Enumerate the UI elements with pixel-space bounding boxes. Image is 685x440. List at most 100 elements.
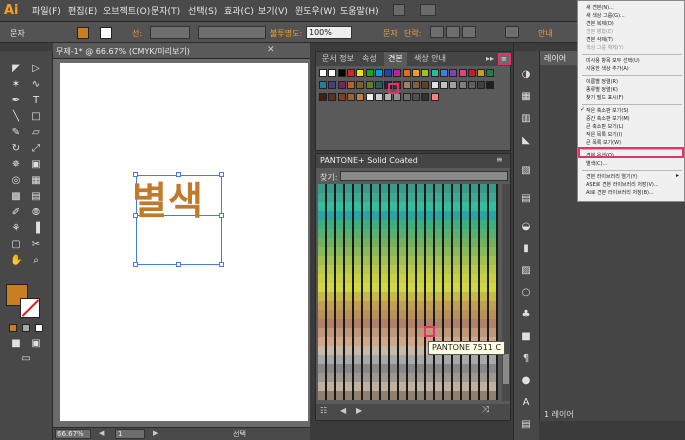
swatch[interactable]: [439, 69, 448, 77]
swatch[interactable]: [328, 69, 337, 77]
selected-swatch-highlight[interactable]: [388, 83, 399, 94]
opacity-field[interactable]: 100%: [306, 26, 352, 39]
swatch[interactable]: [421, 81, 430, 89]
menu-item[interactable]: 작은 축소판 보기(S): [586, 107, 628, 114]
pantone-swatch-row[interactable]: [318, 193, 498, 202]
menu-item[interactable]: 큰 목록 보기(W): [586, 139, 621, 146]
menu-file[interactable]: 파일(F): [32, 4, 61, 17]
pantone-swatch-row[interactable]: [318, 292, 498, 301]
menu-item[interactable]: 큰 축소판 보기(L): [586, 123, 623, 130]
swatch[interactable]: [486, 69, 495, 77]
swatch[interactable]: [356, 93, 365, 101]
stroke-icon[interactable]: ♣: [520, 309, 532, 321]
selection-handle[interactable]: [219, 213, 224, 218]
free-transform-tool-icon[interactable]: ▣: [30, 159, 42, 171]
transform-icon[interactable]: ▨: [520, 265, 532, 277]
pantone-swatch-row[interactable]: [318, 238, 498, 247]
tools-panel-header[interactable]: [0, 43, 53, 51]
symbols-icon[interactable]: ▧: [520, 165, 532, 177]
tab-color-guide[interactable]: 색상 안내: [410, 52, 450, 66]
direct-selection-tool-icon[interactable]: ▷: [30, 63, 42, 75]
swatch[interactable]: [337, 69, 346, 77]
swatch[interactable]: [346, 69, 355, 77]
swatch[interactable]: [467, 81, 476, 89]
swatch[interactable]: [365, 93, 374, 101]
panel-menu-button[interactable]: ≡: [498, 53, 511, 65]
menu-item[interactable]: 중간 축소판 보기(M): [586, 115, 630, 122]
type-tool-icon[interactable]: T: [30, 95, 42, 107]
swatch[interactable]: [356, 69, 365, 77]
pantone-swatch-row[interactable]: [318, 355, 498, 364]
swatch[interactable]: [393, 69, 402, 77]
align-center-icon[interactable]: [446, 26, 460, 38]
artwork-text[interactable]: 별색: [132, 170, 204, 225]
scrollbar-thumb[interactable]: [503, 354, 509, 384]
pantone-swatch-row[interactable]: [318, 220, 498, 229]
magic-wand-tool-icon[interactable]: ✶: [10, 79, 22, 91]
menu-item[interactable]: 견본 삭제(T): [586, 36, 613, 43]
pantone-swatch-row[interactable]: [318, 391, 498, 400]
gradient-mode-icon[interactable]: [22, 324, 30, 332]
tab-document-info[interactable]: 문서 정보: [318, 52, 358, 66]
selection-handle[interactable]: [133, 262, 138, 267]
menu-item[interactable]: 새 색상 그룹(G)...: [586, 12, 625, 19]
gradient-tool-icon[interactable]: ▤: [30, 191, 42, 203]
menu-item[interactable]: 견본 라이브러리 열기(Y): [586, 173, 638, 180]
width-tool-icon[interactable]: ✵: [10, 159, 22, 171]
perspective-grid-tool-icon[interactable]: ▦: [30, 175, 42, 187]
scrollbar-track[interactable]: [502, 184, 510, 401]
pantone-swatch-row[interactable]: [318, 373, 498, 382]
menu-item[interactable]: 견본 복제(D): [586, 20, 614, 27]
swatch[interactable]: [365, 81, 374, 89]
selection-handle[interactable]: [219, 172, 224, 177]
swatch[interactable]: [486, 81, 495, 89]
pantone-swatch-row[interactable]: [318, 229, 498, 238]
swatch[interactable]: [467, 69, 476, 77]
swatch[interactable]: [346, 93, 355, 101]
swatch[interactable]: [374, 81, 383, 89]
menu-item[interactable]: 미사용 항목 모두 선택(U): [586, 57, 640, 64]
collapse-panel-icon[interactable]: ▸▸: [486, 54, 494, 63]
menu-item[interactable]: 사용한 색상 추가(A): [586, 65, 629, 72]
align-right-icon[interactable]: [462, 26, 476, 38]
zoom-field[interactable]: 66.67%: [55, 429, 91, 439]
menu-item[interactable]: 색상 그룹 해제(Y): [586, 44, 624, 51]
paragraph-label[interactable]: 단락:: [404, 28, 421, 39]
transform-icon[interactable]: [505, 26, 519, 38]
pantone-swatch-grid[interactable]: [318, 184, 498, 401]
fill-swatch[interactable]: [77, 27, 89, 39]
pantone-swatch-row[interactable]: [318, 247, 498, 256]
color-mode-icon[interactable]: [9, 324, 17, 332]
selection-handle[interactable]: [176, 262, 181, 267]
none-mode-icon[interactable]: [35, 324, 43, 332]
layers-tab[interactable]: 레이어: [544, 53, 566, 64]
swatch[interactable]: [384, 69, 393, 77]
swatch[interactable]: [412, 93, 420, 101]
change-screen-mode-icon[interactable]: ▭: [20, 353, 32, 365]
swatch[interactable]: [430, 69, 439, 77]
rotate-tool-icon[interactable]: ↻: [10, 143, 22, 155]
menu-item[interactable]: 작은 목록 보기(I): [586, 131, 622, 138]
mesh-tool-icon[interactable]: ▩: [10, 191, 22, 203]
eraser-tool-icon[interactable]: ▱: [30, 127, 42, 139]
swatch[interactable]: [402, 81, 411, 89]
eyedropper-tool-icon[interactable]: ✐: [10, 207, 22, 219]
close-document-icon[interactable]: ✕: [267, 45, 275, 55]
prev-library-icon[interactable]: ◀: [340, 406, 346, 415]
pen-tool-icon[interactable]: ✒: [10, 95, 22, 107]
pantone-swatch-row[interactable]: [318, 202, 498, 211]
color-guide-icon[interactable]: ▦: [520, 91, 532, 103]
pantone-swatch-row[interactable]: [318, 184, 498, 193]
swatch[interactable]: [393, 93, 402, 101]
swatch[interactable]: [430, 93, 439, 101]
paragraph-icon[interactable]: ●: [520, 375, 532, 387]
menu-item[interactable]: ASE로 견본 라이브러리 저장(V)...: [586, 181, 659, 188]
stroke-weight-field[interactable]: [150, 26, 190, 39]
zoom-tool-icon[interactable]: ⌕: [30, 255, 42, 267]
menu-item[interactable]: AI로 견본 라이브러리 저장(B)...: [586, 189, 654, 196]
gradient-icon[interactable]: ■: [520, 331, 532, 343]
character-label[interactable]: 문자: [383, 28, 398, 39]
menu-window[interactable]: 윈도우(W): [295, 4, 336, 17]
menu-effect[interactable]: 효과(C): [224, 4, 254, 17]
tab-attributes[interactable]: 속성: [358, 52, 381, 66]
